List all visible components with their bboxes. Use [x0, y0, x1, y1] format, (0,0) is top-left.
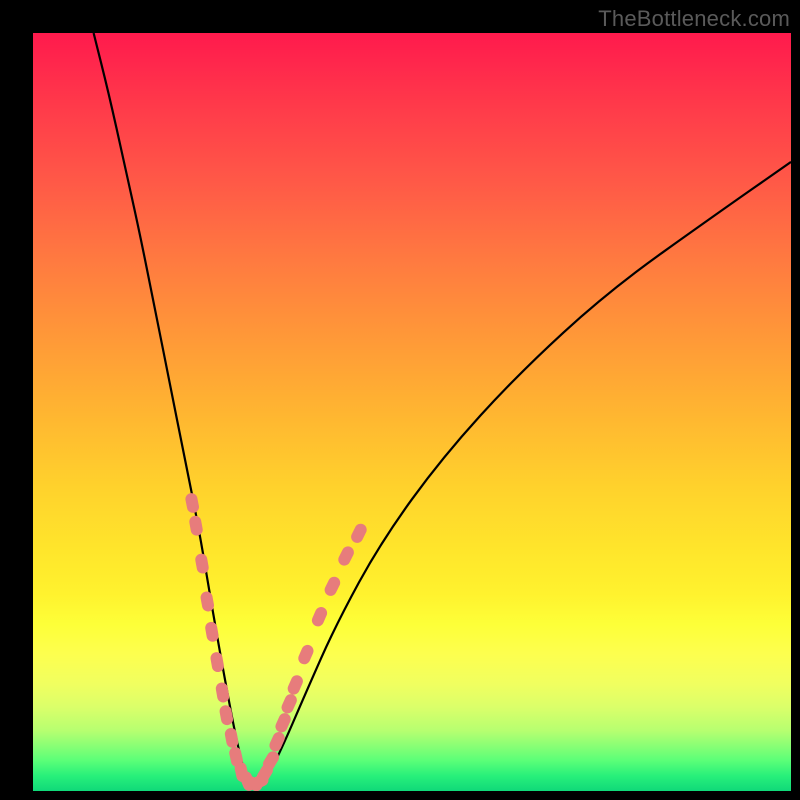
marker-pill — [224, 727, 239, 749]
marker-pill — [323, 575, 343, 598]
highlighted-points — [184, 492, 368, 791]
marker-pill — [210, 651, 225, 673]
bottleneck-curve — [94, 33, 791, 783]
marker-pill — [215, 682, 230, 704]
marker-pill — [296, 643, 315, 666]
marker-pill — [200, 591, 215, 613]
marker-pill — [286, 673, 305, 696]
marker-pill — [194, 553, 209, 575]
marker-pill — [349, 522, 369, 545]
marker-pill — [188, 515, 203, 537]
marker-pill — [280, 692, 299, 715]
marker-pill — [204, 621, 219, 643]
marker-pill — [219, 704, 234, 726]
marker-pill — [310, 605, 329, 628]
marker-pill — [184, 492, 200, 514]
chart-plot-area — [33, 33, 791, 791]
marker-pill — [336, 544, 356, 567]
curve-layer — [33, 33, 791, 791]
watermark-text: TheBottleneck.com — [598, 6, 790, 32]
